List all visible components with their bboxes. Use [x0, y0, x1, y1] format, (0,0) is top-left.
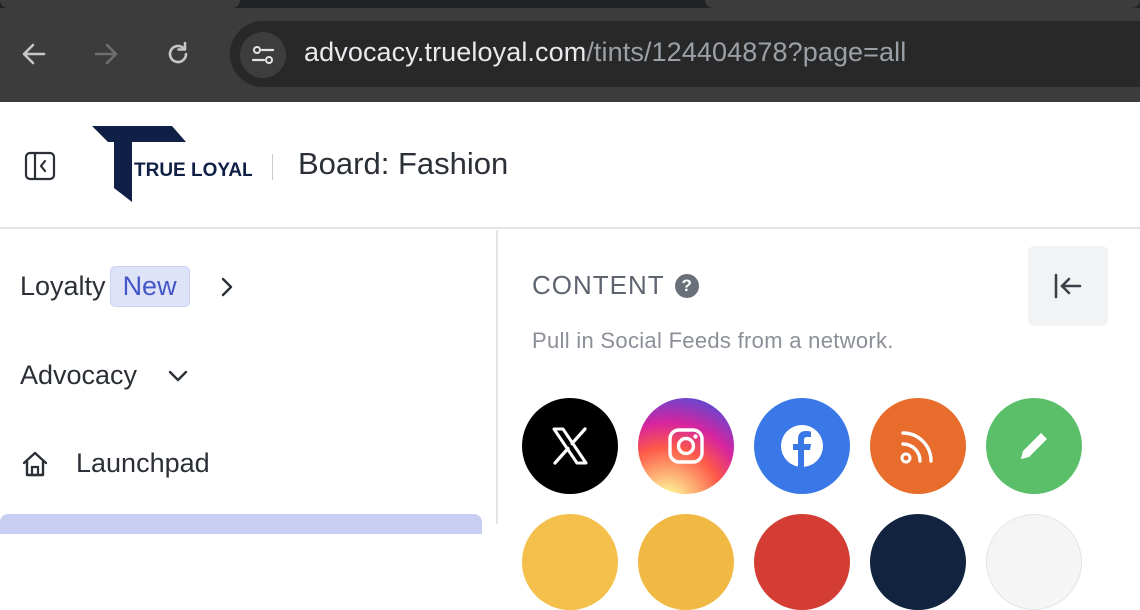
collapse-left-icon: [1054, 273, 1082, 299]
app-header: TRUE LOYAL Board: Fashion: [0, 102, 1140, 229]
logo-text: TRUE LOYAL: [134, 160, 252, 181]
site-info-button[interactable]: [240, 32, 286, 78]
content-panel: CONTENT ? Pull in Social Feeds from a ne…: [500, 230, 1140, 610]
arrow-right-icon: [94, 43, 118, 65]
sidebar-item-label: Launchpad: [76, 448, 210, 478]
arrow-left-icon: [22, 43, 46, 65]
back-button[interactable]: [14, 34, 54, 74]
sidebar-item-loyalty[interactable]: Loyalty New: [20, 266, 234, 307]
tab-strip: [0, 0, 1140, 8]
network-button[interactable]: [522, 514, 618, 610]
reload-icon: [168, 41, 188, 64]
rss-icon: [900, 431, 933, 464]
url-path: /tints/124404878?page=all: [586, 37, 907, 67]
new-badge: New: [109, 266, 190, 307]
pencil-icon: [1021, 433, 1047, 459]
sidebar-item-label: Loyalty: [20, 271, 106, 301]
content-description: Pull in Social Feeds from a network.: [532, 328, 894, 353]
board-title: Board: Fashion: [298, 146, 509, 181]
sidebar-item-label: Advocacy: [20, 360, 138, 390]
network-facebook-button[interactable]: [754, 398, 850, 494]
chevron-right-icon: [220, 276, 234, 298]
facebook-icon: [781, 425, 823, 467]
network-custom-post-button[interactable]: [986, 398, 1082, 494]
network-x-button[interactable]: [522, 398, 618, 494]
content-heading: CONTENT ?: [532, 270, 699, 301]
chevron-down-icon: [167, 369, 189, 383]
sidebar: Loyalty New Advocacy Launchpad: [0, 230, 498, 534]
sidebar-item-launchpad[interactable]: Launchpad: [20, 448, 210, 479]
header-divider: [272, 154, 273, 180]
network-rss-button[interactable]: [870, 398, 966, 494]
address-bar[interactable]: advocacy.trueloyal.com/tints/124404878?p…: [230, 21, 1140, 87]
collapse-panel-button[interactable]: [1028, 246, 1108, 326]
content-title: CONTENT: [532, 270, 665, 300]
network-button[interactable]: [638, 514, 734, 610]
browser-toolbar: advocacy.trueloyal.com/tints/124404878?p…: [0, 0, 1140, 102]
tune-icon: [251, 46, 275, 64]
tab[interactable]: [0, 0, 240, 8]
forward-button[interactable]: [86, 34, 126, 74]
network-button[interactable]: [986, 514, 1082, 610]
url-text[interactable]: advocacy.trueloyal.com/tints/124404878?p…: [304, 37, 906, 68]
network-button[interactable]: [870, 514, 966, 610]
x-logo-icon: [552, 427, 588, 465]
home-icon: [20, 449, 50, 479]
network-instagram-button[interactable]: [638, 398, 734, 494]
sidebar-collapse-icon: [24, 151, 56, 181]
instagram-icon: [668, 428, 704, 464]
url-host: advocacy.trueloyal.com: [304, 37, 587, 67]
trueloyal-logo[interactable]: TRUE LOYAL: [92, 126, 254, 206]
logo-mark: TRUE LOYAL: [92, 126, 254, 202]
sidebar-item-active[interactable]: [0, 514, 482, 534]
sidebar-toggle-button[interactable]: [24, 150, 56, 182]
tab[interactable]: [705, 0, 1140, 8]
help-icon[interactable]: ?: [674, 273, 699, 298]
network-button[interactable]: [754, 514, 850, 610]
reload-button[interactable]: [158, 34, 198, 74]
sidebar-item-advocacy[interactable]: Advocacy: [20, 360, 189, 391]
